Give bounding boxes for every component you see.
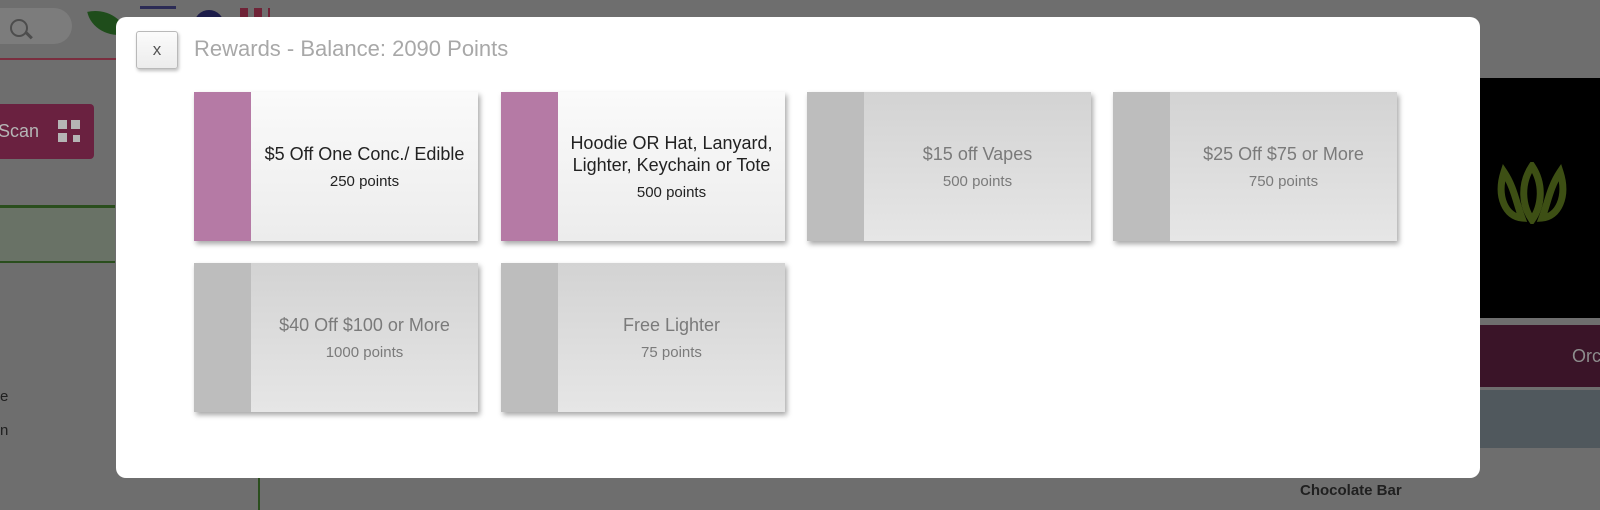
- side-text-1: e: [0, 388, 9, 405]
- reward-card[interactable]: $15 off Vapes 500 points: [807, 92, 1091, 241]
- reward-card[interactable]: Hoodie OR Hat, Lanyard, Lighter, Keychai…: [501, 92, 785, 241]
- reward-points: 1000 points: [325, 344, 404, 361]
- reward-card-body: $25 Off $75 or More 750 points: [1170, 92, 1397, 241]
- reward-card-body: $5 Off One Conc./ Edible 250 points: [251, 92, 478, 241]
- reward-name: Hoodie OR Hat, Lanyard, Lighter, Keychai…: [570, 133, 773, 175]
- reward-points: 250 points: [329, 173, 400, 190]
- side-text-2: n: [0, 422, 9, 439]
- reward-points: 500 points: [942, 173, 1013, 190]
- reward-points: 500 points: [636, 184, 707, 201]
- reward-name: Free Lighter: [622, 315, 721, 335]
- reward-card[interactable]: $40 Off $100 or More 1000 points: [194, 263, 478, 412]
- reward-card-stripe: [194, 92, 251, 241]
- modal-title: Rewards - Balance: 2090 Points: [194, 36, 509, 61]
- reward-card-body: Hoodie OR Hat, Lanyard, Lighter, Keychai…: [558, 92, 785, 241]
- leaf-brand-icon: [1497, 162, 1567, 224]
- close-button[interactable]: x: [136, 31, 178, 69]
- order-label: Orc: [1572, 346, 1600, 366]
- product-name: Chocolate Bar: [1300, 482, 1402, 499]
- reward-card-stripe: [501, 263, 558, 412]
- reward-card-body: $15 off Vapes 500 points: [864, 92, 1091, 241]
- reward-name: $40 Off $100 or More: [279, 315, 450, 335]
- reward-name: $25 Off $75 or More: [1203, 144, 1364, 164]
- reward-card-stripe: [501, 92, 558, 241]
- qr-code-icon: [58, 120, 80, 142]
- reward-card-body: Free Lighter 75 points: [558, 263, 785, 412]
- reward-card-body: $40 Off $100 or More 1000 points: [251, 263, 478, 412]
- reward-name: $15 off Vapes: [922, 144, 1033, 164]
- reward-name: $5 Off One Conc./ Edible: [264, 144, 465, 164]
- rewards-modal: x Rewards - Balance: 2090 Points $5 Off …: [116, 17, 1480, 478]
- reward-card-stripe: [807, 92, 864, 241]
- search-icon: [10, 19, 28, 37]
- highlight-panel: [0, 208, 115, 263]
- reward-card[interactable]: Free Lighter 75 points: [501, 263, 785, 412]
- reward-card-stripe: [194, 263, 251, 412]
- reward-points: 750 points: [1248, 173, 1319, 190]
- reward-card-stripe: [1113, 92, 1170, 241]
- reward-card[interactable]: $5 Off One Conc./ Edible 250 points: [194, 92, 478, 241]
- reward-points: 75 points: [641, 344, 702, 361]
- scan-button[interactable]: Scan: [0, 104, 94, 159]
- scan-button-label: Scan: [0, 121, 40, 141]
- search-box[interactable]: [0, 8, 72, 44]
- reward-card[interactable]: $25 Off $75 or More 750 points: [1113, 92, 1397, 241]
